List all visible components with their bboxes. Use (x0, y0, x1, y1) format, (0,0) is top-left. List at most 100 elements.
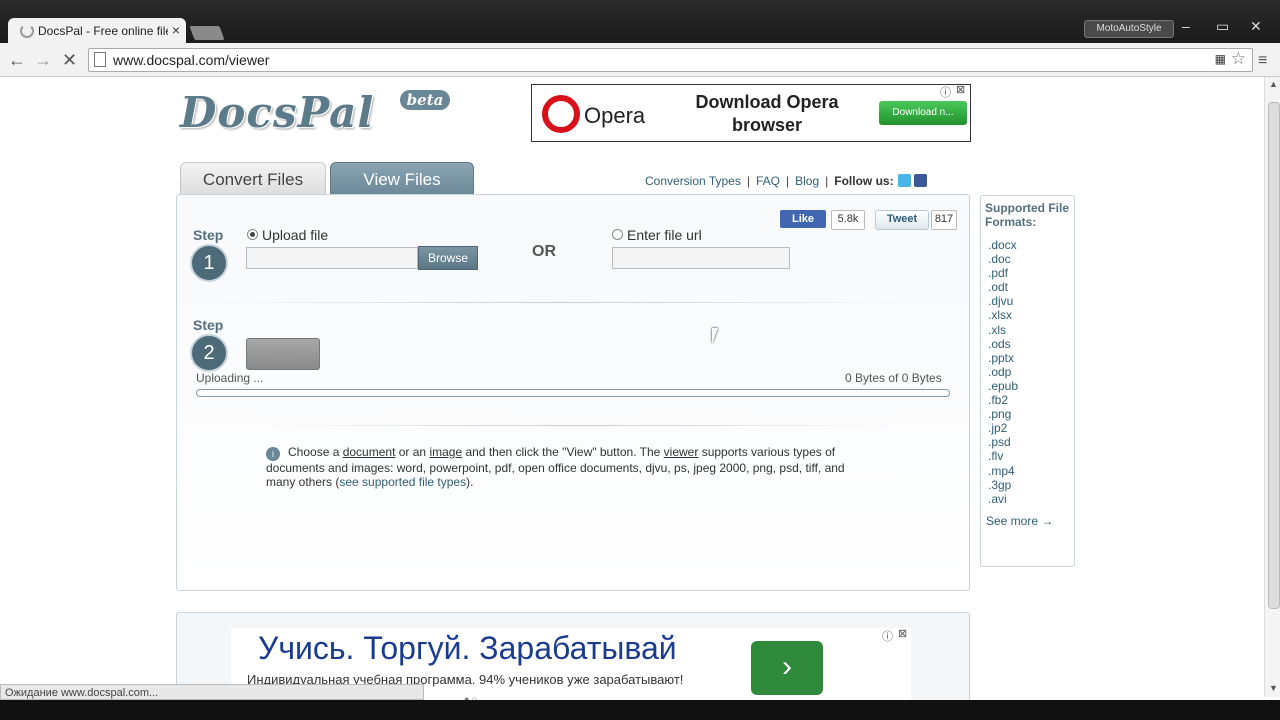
upload-file-radio[interactable] (247, 229, 258, 240)
link-blog[interactable]: Blog (795, 174, 819, 188)
format-item: .epub (988, 378, 1019, 393)
bytes-progress: 0 Bytes of 0 Bytes (845, 371, 942, 385)
link-separator: | (785, 174, 790, 188)
address-bar[interactable]: www.docspal.com/viewer ▦ ☆ (88, 48, 1253, 72)
link-conversion-types[interactable]: Conversion Types (645, 174, 741, 188)
forward-icon[interactable]: → (34, 50, 52, 71)
tab-title: DocsPal - Free online file c (38, 24, 168, 38)
info-part: ). (466, 475, 474, 489)
format-item: .pdf (988, 266, 1009, 281)
step2-label: Step (193, 317, 224, 333)
upload-file-label: Upload file (262, 227, 329, 243)
format-item: .psd (988, 435, 1011, 450)
tab-view-files[interactable]: View Files (330, 162, 474, 198)
opera-ad[interactable]: Opera Download Opera browser Download n.… (531, 84, 971, 142)
browser-tab[interactable]: DocsPal - Free online file c × (8, 18, 186, 43)
ad-close-icon[interactable]: ⊠ (956, 83, 965, 96)
translate-icon[interactable]: ▦ (1215, 52, 1226, 66)
opera-logo-icon (542, 95, 580, 133)
site-logo[interactable]: DocsPal (180, 88, 374, 137)
scroll-down-icon[interactable]: ▼ (1269, 683, 1278, 693)
back-icon[interactable]: ← (8, 50, 26, 71)
format-item: .odt (988, 280, 1009, 295)
step1-number: 1 (190, 244, 228, 282)
view-button[interactable]: View (246, 338, 320, 370)
tab-convert-files[interactable]: Convert Files (180, 162, 326, 198)
top-links: Conversion Types | FAQ | Blog | Follow us: (645, 174, 927, 188)
info-text: i Choose a document or an image and then … (266, 445, 866, 489)
document-link[interactable]: document (343, 445, 396, 459)
taskbar (0, 700, 1280, 720)
format-item: .djvu (988, 294, 1014, 309)
format-item: .doc (988, 252, 1011, 267)
menu-icon[interactable]: ≡ (1258, 52, 1267, 70)
format-item: .odp (988, 364, 1012, 379)
format-item: .flv (988, 449, 1004, 464)
viewer-link[interactable]: viewer (664, 445, 699, 459)
page-scrollbar[interactable]: ▲ ▼ (1264, 77, 1280, 697)
divider (200, 302, 920, 303)
format-item: .docx (988, 238, 1017, 252)
window-close-icon[interactable]: ✕ (1250, 18, 1262, 35)
url-text: www.docspal.com/viewer (113, 52, 270, 68)
scroll-up-icon[interactable]: ▲ (1269, 79, 1278, 89)
mouse-cursor-icon (712, 328, 724, 344)
facebook-like-button[interactable]: Like (780, 210, 826, 228)
new-tab-button[interactable] (189, 26, 225, 40)
format-item: .png (988, 407, 1012, 422)
see-more-link[interactable]: See more → (986, 514, 1053, 528)
link-separator: | (746, 174, 750, 188)
close-tab-icon[interactable]: × (172, 22, 180, 38)
image-link[interactable]: image (429, 445, 462, 459)
ad-info-icon[interactable]: ⓘ (940, 84, 951, 100)
enter-url-radio[interactable] (612, 229, 623, 240)
ad-brand: Opera (584, 103, 646, 128)
title-bar: DocsPal - Free online file c × MotoAutoS… (0, 0, 1280, 43)
like-count: 5.8k (831, 210, 865, 230)
formats-header: Supported File Formats: (985, 201, 1069, 229)
ad-download-button[interactable]: Download n... (879, 101, 967, 125)
format-item: .mp4 (988, 463, 1015, 478)
ad2-arrow-button[interactable]: › (751, 641, 823, 695)
format-item: .xlsx (988, 308, 1012, 323)
ad2-headline: Учись. Торгуй. Зарабатывай (258, 630, 677, 666)
format-item: .fb2 (988, 393, 1009, 408)
supported-types-link[interactable]: see supported file types (339, 475, 466, 489)
bookmark-star-icon[interactable]: ☆ (1231, 49, 1246, 69)
ad2-close-icon[interactable]: ⊠ (898, 627, 907, 640)
upload-progress-bar (196, 389, 950, 397)
follow-us-label: Follow us: (834, 174, 894, 188)
info-part: Choose a (288, 445, 343, 459)
step1-label: Step (193, 227, 224, 243)
stop-icon[interactable]: ✕ (62, 50, 77, 71)
ad-headline: Download Opera browser (695, 92, 839, 135)
info-part: and then click the "View" button. The (462, 445, 664, 459)
status-bubble: Ожидание www.docspal.com... (0, 684, 424, 700)
formats-list: .docx .doc .pdf .odt .djvu .xlsx .xls .ods .pptx… (988, 238, 1018, 506)
tweet-button[interactable]: Tweet (875, 210, 929, 230)
like-label: Like (791, 213, 814, 225)
twitter-icon[interactable] (897, 174, 911, 187)
file-url-input[interactable] (612, 247, 790, 269)
format-item: .avi (988, 491, 1007, 506)
file-path-input[interactable] (246, 247, 418, 269)
format-item: .pptx (988, 350, 1015, 365)
maximize-icon[interactable]: ▭ (1216, 18, 1229, 35)
enter-url-label: Enter file url (627, 227, 702, 243)
page-icon (94, 52, 106, 67)
browser-toolbar: ← → ✕ www.docspal.com/viewer ▦ ☆ (0, 43, 1280, 77)
minimize-icon[interactable]: – (1182, 18, 1190, 34)
divider (260, 425, 900, 426)
link-faq[interactable]: FAQ (756, 174, 780, 188)
browse-button[interactable]: Browse (418, 246, 478, 270)
ad2-info-icon[interactable]: ⓘ (882, 628, 893, 644)
format-item: .xls (988, 322, 1006, 337)
profile-badge[interactable]: MotoAutoStyle (1084, 20, 1174, 38)
info-part: or an (395, 445, 430, 459)
loading-spinner-icon (20, 24, 34, 38)
facebook-icon[interactable] (913, 174, 927, 187)
beta-badge: beta (400, 90, 450, 110)
supported-formats-box: Supported File Formats: .docx .doc .pdf .od… (980, 195, 1075, 567)
scrollbar-thumb[interactable] (1268, 102, 1280, 609)
format-item: .ods (988, 336, 1011, 351)
